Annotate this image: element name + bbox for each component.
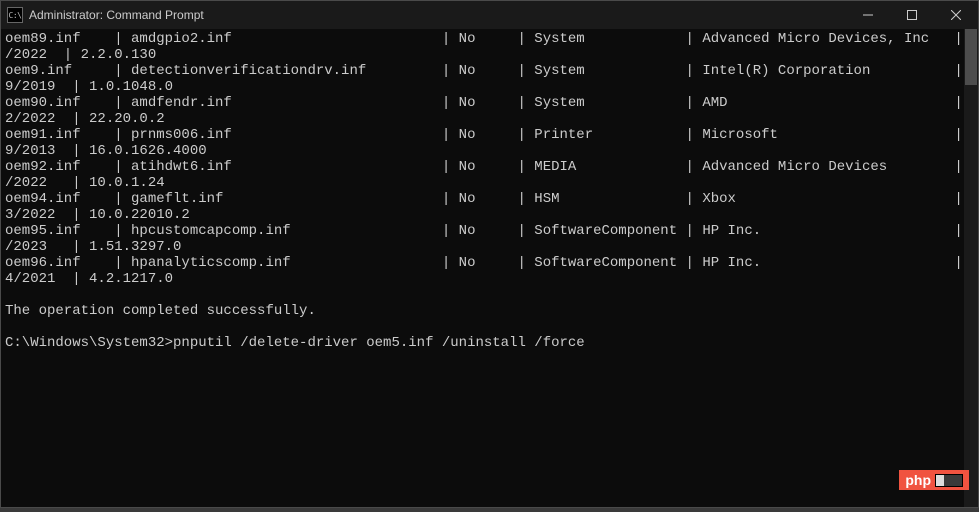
window-controls bbox=[846, 1, 978, 29]
command-prompt-window: C:\ Administrator: Command Prompt oem89.… bbox=[0, 0, 979, 508]
scrollbar-thumb[interactable] bbox=[965, 29, 977, 85]
watermark-text: php bbox=[905, 472, 931, 488]
minimize-button[interactable] bbox=[846, 1, 890, 29]
watermark-box-icon bbox=[935, 474, 963, 487]
close-icon bbox=[951, 10, 961, 20]
maximize-button[interactable] bbox=[890, 1, 934, 29]
php-watermark: php bbox=[899, 470, 969, 490]
window-title: Administrator: Command Prompt bbox=[29, 8, 204, 22]
text-cursor bbox=[585, 337, 593, 351]
terminal-output[interactable]: oem89.inf | amdgpio2.inf | No | System |… bbox=[1, 29, 978, 507]
cmd-icon: C:\ bbox=[7, 7, 23, 23]
scrollbar-track[interactable] bbox=[964, 29, 978, 507]
maximize-icon bbox=[907, 10, 917, 20]
titlebar[interactable]: C:\ Administrator: Command Prompt bbox=[1, 1, 978, 29]
close-button[interactable] bbox=[934, 1, 978, 29]
minimize-icon bbox=[863, 10, 873, 20]
